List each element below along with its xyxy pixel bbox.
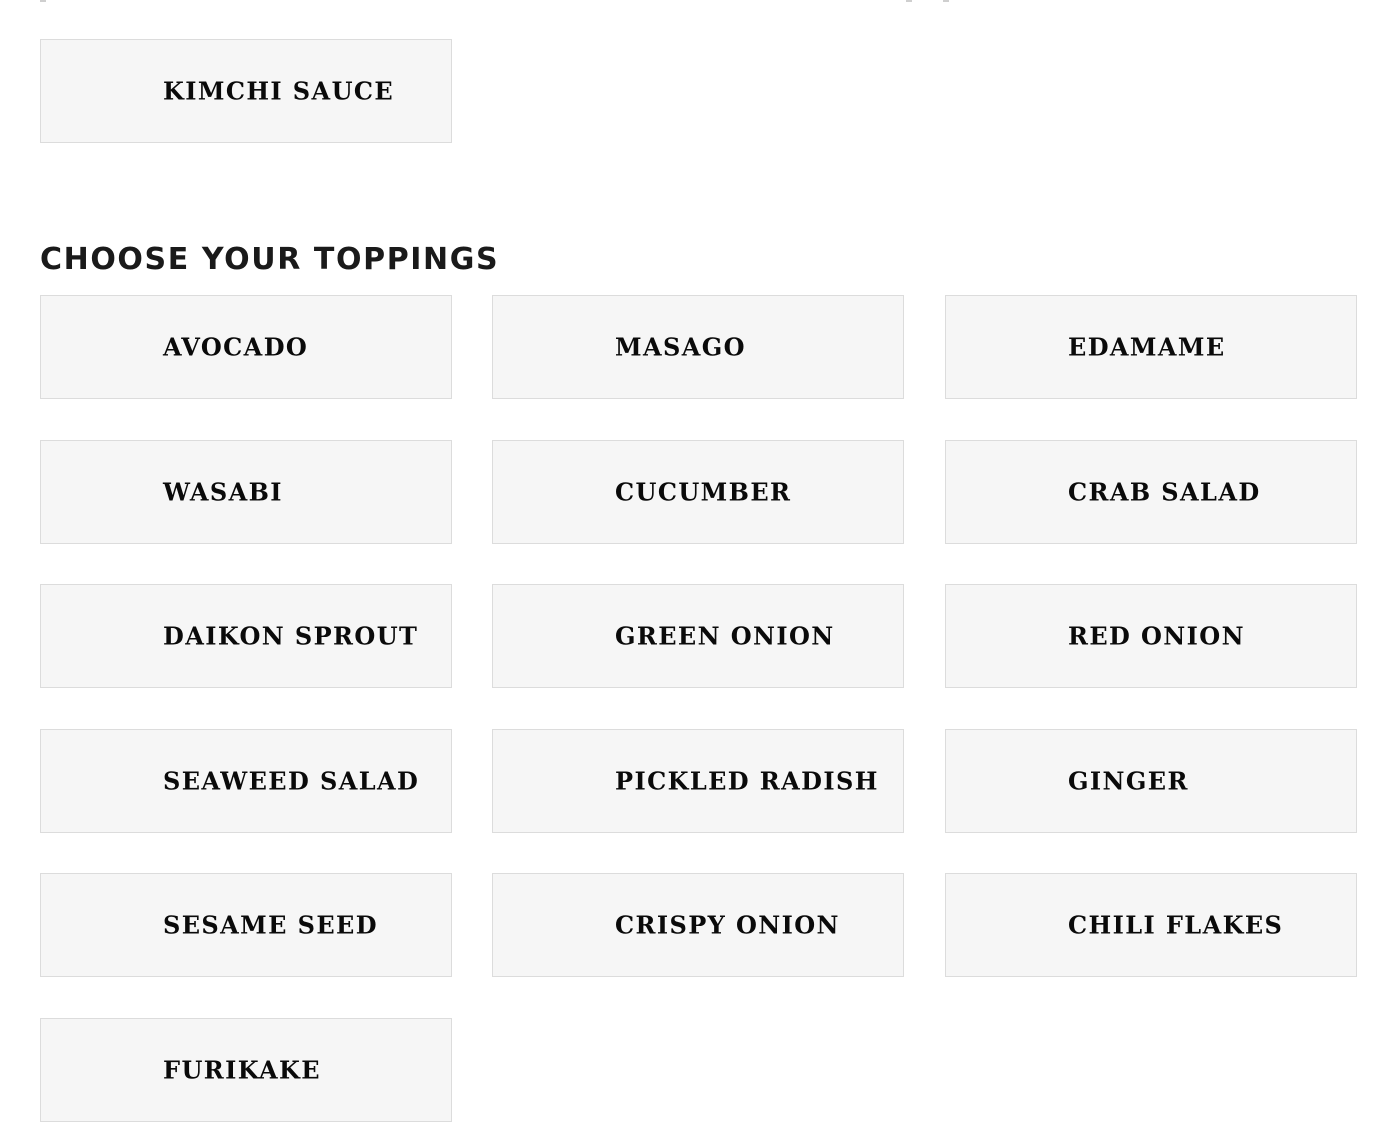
option-label: Furikake: [163, 1055, 322, 1085]
option-label: Green Onion: [615, 621, 835, 651]
option-label: Cucumber: [615, 477, 792, 507]
option-label: Chili Flakes: [1068, 910, 1284, 940]
topping-option-wasabi[interactable]: Wasabi: [40, 440, 452, 544]
topping-option-daikon-sprout[interactable]: Daikon Sprout: [40, 584, 452, 688]
topping-option-crispy-onion[interactable]: Crispy Onion: [492, 873, 904, 977]
option-label: Masago: [615, 332, 746, 362]
option-label: Avocado: [163, 332, 309, 362]
topping-option-chili-flakes[interactable]: Chili Flakes: [945, 873, 1357, 977]
option-label: Red Onion: [1068, 621, 1245, 651]
topping-option-green-onion[interactable]: Green Onion: [492, 584, 904, 688]
topping-option-furikake[interactable]: Furikake: [40, 1018, 452, 1122]
topping-option-cucumber[interactable]: Cucumber: [492, 440, 904, 544]
topping-option-ginger[interactable]: Ginger: [945, 729, 1357, 833]
topping-option-avocado[interactable]: Avocado: [40, 295, 452, 399]
topping-option-pickled-radish[interactable]: Pickled Radish: [492, 729, 904, 833]
topping-option-sesame-seed[interactable]: Sesame Seed: [40, 873, 452, 977]
section-title-toppings: Choose Your Toppings: [40, 242, 500, 277]
option-label: Ginger: [1068, 766, 1189, 796]
option-label: Crab Salad: [1068, 477, 1261, 507]
previous-row-edge: [40, 0, 1357, 2]
option-label: Daikon Sprout: [163, 621, 419, 651]
option-label: Sesame Seed: [163, 910, 378, 940]
topping-option-crab-salad[interactable]: Crab Salad: [945, 440, 1357, 544]
topping-option-edamame[interactable]: Edamame: [945, 295, 1357, 399]
option-label: Wasabi: [163, 477, 283, 507]
option-label: Seaweed Salad: [163, 766, 420, 796]
option-label: Edamame: [1068, 332, 1226, 362]
topping-option-red-onion[interactable]: Red Onion: [945, 584, 1357, 688]
topping-option-masago[interactable]: Masago: [492, 295, 904, 399]
option-label: Pickled Radish: [615, 766, 879, 796]
topping-option-seaweed-salad[interactable]: Seaweed Salad: [40, 729, 452, 833]
sauce-option-kimchi-sauce[interactable]: Kimchi Sauce: [40, 39, 452, 143]
option-label: Kimchi Sauce: [163, 76, 395, 106]
option-label: Crispy Onion: [615, 910, 840, 940]
